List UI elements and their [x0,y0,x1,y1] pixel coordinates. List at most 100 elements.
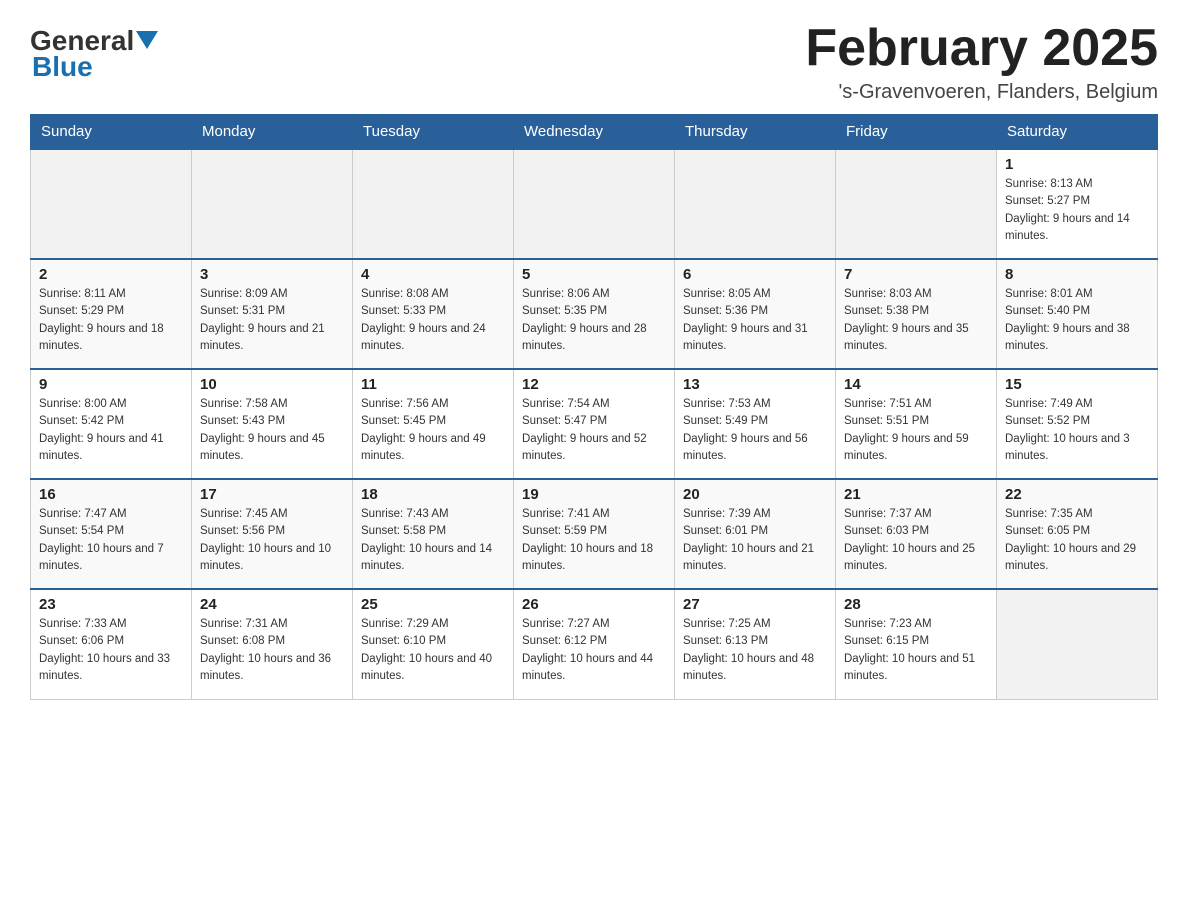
day-number: 6 [683,266,827,283]
day-number: 3 [200,266,344,283]
calendar-cell: 9 Sunrise: 8:00 AM Sunset: 5:42 PM Daylig… [31,369,192,479]
day-info: Sunrise: 7:33 AM Sunset: 6:06 PM Dayligh… [39,616,183,685]
day-info: Sunrise: 7:56 AM Sunset: 5:45 PM Dayligh… [361,396,505,465]
day-number: 11 [361,376,505,393]
logo: General Blue [30,25,158,83]
day-info: Sunrise: 8:11 AM Sunset: 5:29 PM Dayligh… [39,286,183,355]
day-number: 28 [844,596,988,613]
day-info: Sunrise: 8:08 AM Sunset: 5:33 PM Dayligh… [361,286,505,355]
calendar-cell: 23 Sunrise: 7:33 AM Sunset: 6:06 PM Dayli… [31,589,192,699]
calendar-cell: 27 Sunrise: 7:25 AM Sunset: 6:13 PM Dayli… [675,589,836,699]
calendar-cell: 4 Sunrise: 8:08 AM Sunset: 5:33 PM Daylig… [353,259,514,369]
day-number: 20 [683,486,827,503]
calendar-week-row: 9 Sunrise: 8:00 AM Sunset: 5:42 PM Daylig… [31,369,1158,479]
day-number: 17 [200,486,344,503]
calendar-cell: 20 Sunrise: 7:39 AM Sunset: 6:01 PM Dayli… [675,479,836,589]
day-number: 12 [522,376,666,393]
page-header: General Blue February 2025 's-Gravenvoer… [30,20,1158,104]
calendar-cell [31,149,192,259]
calendar-table: SundayMondayTuesdayWednesdayThursdayFrid… [30,114,1158,700]
day-info: Sunrise: 7:39 AM Sunset: 6:01 PM Dayligh… [683,506,827,575]
calendar-cell: 2 Sunrise: 8:11 AM Sunset: 5:29 PM Daylig… [31,259,192,369]
calendar-cell: 14 Sunrise: 7:51 AM Sunset: 5:51 PM Dayli… [836,369,997,479]
calendar-cell: 24 Sunrise: 7:31 AM Sunset: 6:08 PM Dayli… [192,589,353,699]
day-info: Sunrise: 7:51 AM Sunset: 5:51 PM Dayligh… [844,396,988,465]
day-number: 15 [1005,376,1149,393]
calendar-cell: 25 Sunrise: 7:29 AM Sunset: 6:10 PM Dayli… [353,589,514,699]
weekday-header-saturday: Saturday [997,115,1158,150]
weekday-header-tuesday: Tuesday [353,115,514,150]
day-info: Sunrise: 7:25 AM Sunset: 6:13 PM Dayligh… [683,616,827,685]
calendar-week-row: 1 Sunrise: 8:13 AM Sunset: 5:27 PM Daylig… [31,149,1158,259]
calendar-cell: 10 Sunrise: 7:58 AM Sunset: 5:43 PM Dayli… [192,369,353,479]
day-number: 10 [200,376,344,393]
calendar-cell: 8 Sunrise: 8:01 AM Sunset: 5:40 PM Daylig… [997,259,1158,369]
calendar-cell: 12Sunrise: 7:54 AM Sunset: 5:47 PM Dayli… [514,369,675,479]
day-number: 22 [1005,486,1149,503]
day-info: Sunrise: 8:06 AM Sunset: 5:35 PM Dayligh… [522,286,666,355]
calendar-cell [514,149,675,259]
calendar-cell: 17 Sunrise: 7:45 AM Sunset: 5:56 PM Dayli… [192,479,353,589]
day-number: 18 [361,486,505,503]
calendar-cell: 13 Sunrise: 7:53 AM Sunset: 5:49 PM Dayli… [675,369,836,479]
calendar-cell: 11 Sunrise: 7:56 AM Sunset: 5:45 PM Dayli… [353,369,514,479]
weekday-header-monday: Monday [192,115,353,150]
day-info: Sunrise: 8:05 AM Sunset: 5:36 PM Dayligh… [683,286,827,355]
day-info: Sunrise: 8:13 AM Sunset: 5:27 PM Dayligh… [1005,176,1149,245]
calendar-cell: 7Sunrise: 8:03 AM Sunset: 5:38 PM Daylig… [836,259,997,369]
calendar-week-row: 16Sunrise: 7:47 AM Sunset: 5:54 PM Dayli… [31,479,1158,589]
day-number: 8 [1005,266,1149,283]
title-section: February 2025 's-Gravenvoeren, Flanders,… [805,20,1158,104]
day-info: Sunrise: 7:37 AM Sunset: 6:03 PM Dayligh… [844,506,988,575]
logo-text-blue: Blue [32,51,93,83]
calendar-cell [353,149,514,259]
day-number: 9 [39,376,183,393]
day-number: 1 [1005,156,1149,173]
day-number: 7 [844,266,988,283]
calendar-week-row: 23 Sunrise: 7:33 AM Sunset: 6:06 PM Dayli… [31,589,1158,699]
day-number: 13 [683,376,827,393]
calendar-cell: 19Sunrise: 7:41 AM Sunset: 5:59 PM Dayli… [514,479,675,589]
day-number: 2 [39,266,183,283]
calendar-week-row: 2 Sunrise: 8:11 AM Sunset: 5:29 PM Daylig… [31,259,1158,369]
day-info: Sunrise: 7:45 AM Sunset: 5:56 PM Dayligh… [200,506,344,575]
logo-triangle-icon [136,31,158,53]
day-info: Sunrise: 8:00 AM Sunset: 5:42 PM Dayligh… [39,396,183,465]
day-info: Sunrise: 7:41 AM Sunset: 5:59 PM Dayligh… [522,506,666,575]
day-number: 27 [683,596,827,613]
calendar-cell: 18 Sunrise: 7:43 AM Sunset: 5:58 PM Dayli… [353,479,514,589]
calendar-cell: 5Sunrise: 8:06 AM Sunset: 5:35 PM Daylig… [514,259,675,369]
day-number: 26 [522,596,666,613]
day-number: 23 [39,596,183,613]
calendar-cell: 26 Sunrise: 7:27 AM Sunset: 6:12 PM Dayli… [514,589,675,699]
day-number: 24 [200,596,344,613]
day-info: Sunrise: 7:27 AM Sunset: 6:12 PM Dayligh… [522,616,666,685]
day-info: Sunrise: 7:31 AM Sunset: 6:08 PM Dayligh… [200,616,344,685]
calendar-cell [192,149,353,259]
calendar-cell [997,589,1158,699]
day-info: Sunrise: 7:35 AM Sunset: 6:05 PM Dayligh… [1005,506,1149,575]
day-number: 21 [844,486,988,503]
calendar-cell: 16Sunrise: 7:47 AM Sunset: 5:54 PM Dayli… [31,479,192,589]
day-info: Sunrise: 7:53 AM Sunset: 5:49 PM Dayligh… [683,396,827,465]
weekday-header-wednesday: Wednesday [514,115,675,150]
day-info: Sunrise: 7:58 AM Sunset: 5:43 PM Dayligh… [200,396,344,465]
day-info: Sunrise: 7:49 AM Sunset: 5:52 PM Dayligh… [1005,396,1149,465]
calendar-subtitle: 's-Gravenvoeren, Flanders, Belgium [805,81,1158,104]
day-number: 25 [361,596,505,613]
calendar-cell [675,149,836,259]
weekday-header-friday: Friday [836,115,997,150]
day-info: Sunrise: 7:29 AM Sunset: 6:10 PM Dayligh… [361,616,505,685]
weekday-header-sunday: Sunday [31,115,192,150]
calendar-cell [836,149,997,259]
day-info: Sunrise: 7:43 AM Sunset: 5:58 PM Dayligh… [361,506,505,575]
weekday-header-thursday: Thursday [675,115,836,150]
day-number: 4 [361,266,505,283]
calendar-cell: 3 Sunrise: 8:09 AM Sunset: 5:31 PM Daylig… [192,259,353,369]
day-info: Sunrise: 8:09 AM Sunset: 5:31 PM Dayligh… [200,286,344,355]
calendar-cell: 1 Sunrise: 8:13 AM Sunset: 5:27 PM Daylig… [997,149,1158,259]
calendar-cell: 22 Sunrise: 7:35 AM Sunset: 6:05 PM Dayli… [997,479,1158,589]
day-number: 14 [844,376,988,393]
day-info: Sunrise: 8:01 AM Sunset: 5:40 PM Dayligh… [1005,286,1149,355]
day-number: 16 [39,486,183,503]
